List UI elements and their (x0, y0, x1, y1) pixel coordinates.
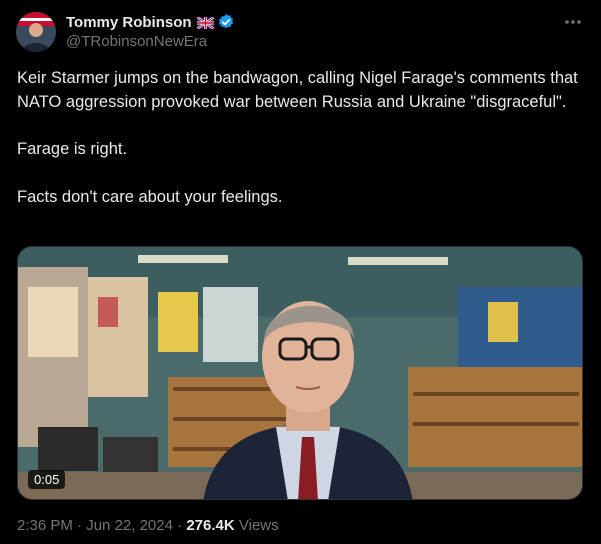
display-name[interactable]: Tommy Robinson (66, 14, 192, 31)
tweet-text: Keir Starmer jumps on the bandwagon, cal… (17, 67, 587, 209)
separator: · (77, 517, 83, 534)
views-count[interactable]: 276.4K (186, 517, 234, 534)
user-handle[interactable]: @TRobinsonNewEra (66, 33, 207, 50)
tweet-meta: 2:36 PM · Jun 22, 2024 · 276.4K Views (17, 517, 279, 534)
tweet-paragraph: Facts don't care about your feelings. (17, 187, 283, 206)
tweet-paragraph: Farage is right. (17, 140, 128, 158)
more-horizontal-icon[interactable] (562, 12, 584, 32)
verified-badge-icon[interactable] (217, 13, 235, 31)
video-duration: 0:05 (28, 470, 66, 489)
tweet-date[interactable]: Jun 22, 2024 (86, 517, 173, 534)
tweet-time[interactable]: 2:36 PM (17, 517, 73, 534)
name-row: Tommy Robinson (66, 12, 235, 32)
avatar-image (16, 12, 56, 52)
views-label: Views (238, 517, 279, 534)
video-thumbnail (18, 247, 582, 499)
tweet-paragraph: Keir Starmer jumps on the bandwagon, cal… (17, 69, 578, 111)
avatar[interactable] (16, 12, 56, 52)
uk-flag-icon (195, 16, 215, 30)
video-player[interactable]: 0:05 (17, 246, 583, 500)
tweet: Tommy Robinson @TRobinsonNewEra Keir Sta… (0, 0, 601, 544)
separator: · (177, 517, 183, 534)
